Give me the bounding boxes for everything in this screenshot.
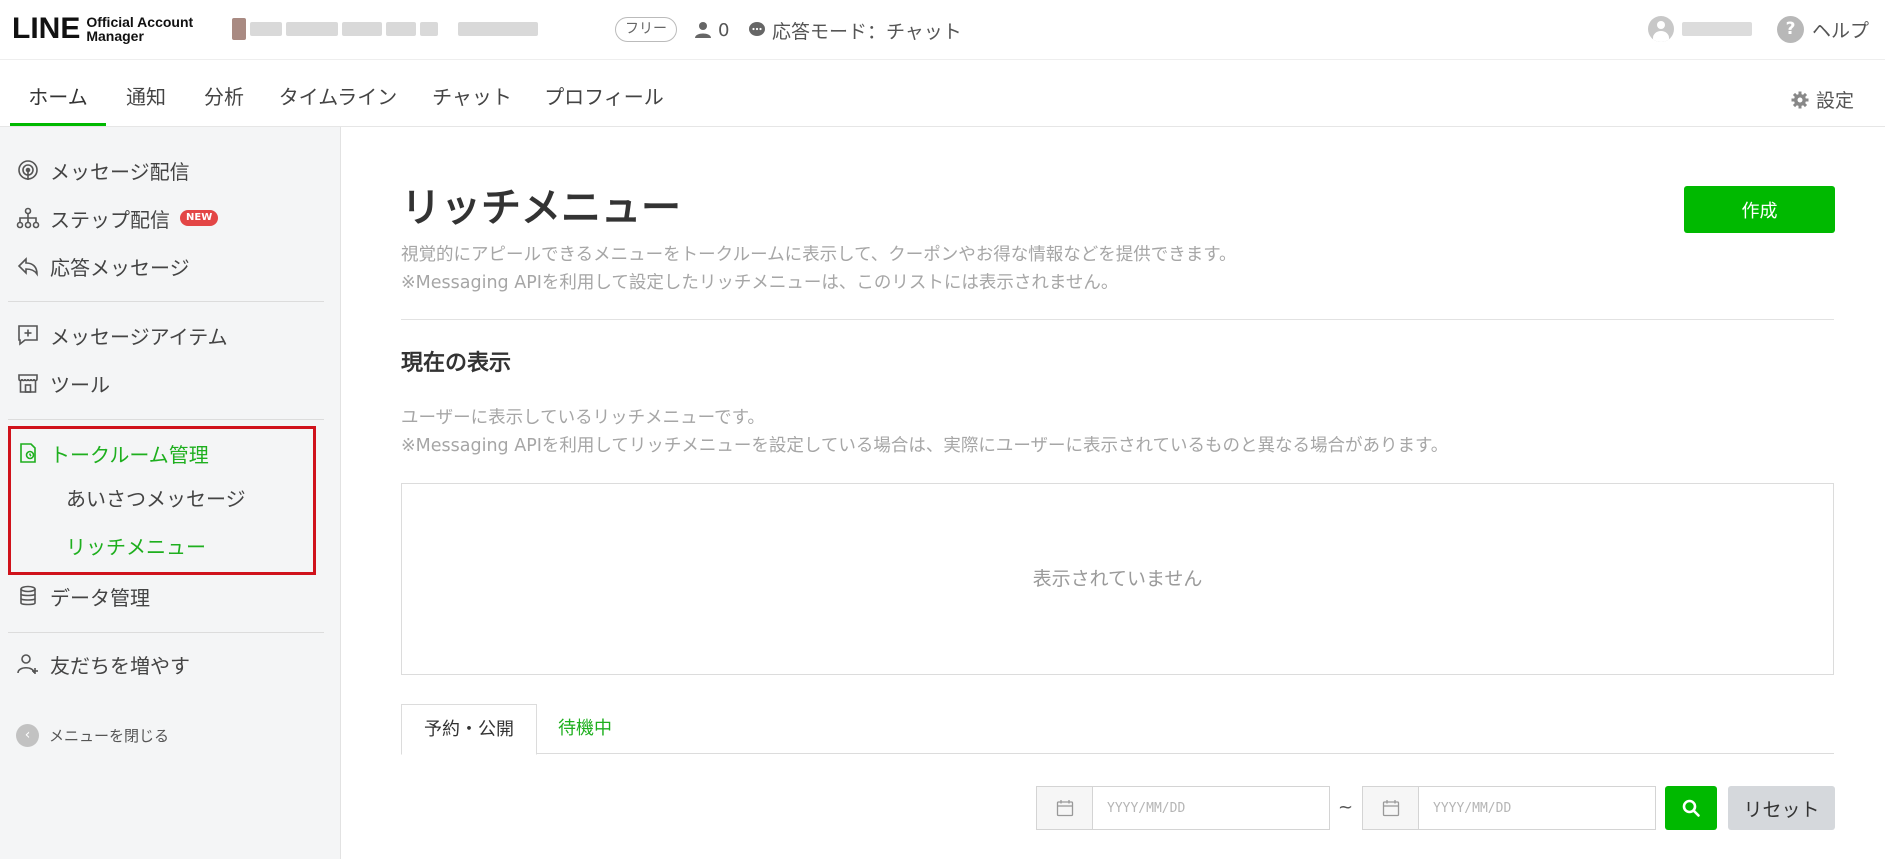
friends-count[interactable]: 0 xyxy=(694,18,729,42)
reset-button[interactable]: リセット xyxy=(1728,786,1835,830)
sidebar-item-label: 応答メッセージ xyxy=(50,255,190,280)
date-to-picker-button[interactable] xyxy=(1362,786,1418,830)
top-header: LINE Official Account Manager フリー 0 応答モー… xyxy=(0,0,1885,60)
settings-label: 設定 xyxy=(1816,90,1855,112)
tab-notifications[interactable]: 通知 xyxy=(118,68,174,126)
date-from-input[interactable] xyxy=(1092,786,1330,830)
chevron-left-icon: ‹ xyxy=(16,724,39,747)
empty-state-text: 表示されていません xyxy=(1032,568,1203,590)
tab-profile[interactable]: プロフィール xyxy=(542,68,666,126)
sidebar-divider xyxy=(8,419,324,420)
sidebar-subitem-rich-menu[interactable]: リッチメニュー xyxy=(66,532,206,562)
settings-link[interactable]: 設定 xyxy=(1791,86,1854,113)
sidebar-item-label: メッセージ配信 xyxy=(50,159,190,184)
sidebar-item-message-broadcast[interactable]: メッセージ配信 xyxy=(16,155,190,185)
help-label: ヘルプ xyxy=(1812,20,1870,42)
redacted-gap xyxy=(442,22,454,36)
sidebar-item-label: ステップ配信 xyxy=(50,207,170,232)
date-range-separator: ~ xyxy=(1338,797,1354,818)
logo-main-text: LINE xyxy=(12,12,81,45)
friends-count-value: 0 xyxy=(718,19,730,41)
status-tabs: 予約・公開 待機中 xyxy=(401,704,1834,755)
tab-timeline[interactable]: タイムライン xyxy=(274,68,402,126)
plan-badge: フリー xyxy=(615,17,677,42)
sidebar-item-label: メッセージアイテム xyxy=(50,324,228,349)
user-avatar-icon xyxy=(1648,16,1674,42)
sidebar-item-message-items[interactable]: メッセージアイテム xyxy=(16,320,228,350)
sidebar-item-data-management[interactable]: データ管理 xyxy=(16,581,150,611)
chat-bubble-icon xyxy=(749,22,765,36)
sidebar-item-auto-reply[interactable]: 応答メッセージ xyxy=(16,251,190,281)
response-mode-label: 応答モード：チャット xyxy=(772,20,962,43)
person-icon xyxy=(695,22,711,38)
current-display-title: 現在の表示 xyxy=(401,351,512,376)
broadcast-icon xyxy=(18,160,38,180)
search-icon xyxy=(1682,799,1700,817)
account-name-redacted[interactable] xyxy=(232,14,597,44)
new-badge: NEW xyxy=(180,210,219,226)
line-logo[interactable]: LINE Official Account Manager xyxy=(12,13,193,45)
help-icon: ? xyxy=(1777,16,1804,43)
redacted-block xyxy=(386,22,416,36)
store-icon xyxy=(18,374,38,393)
talkroom-icon xyxy=(20,443,36,463)
section-divider xyxy=(401,319,1834,320)
sidebar-divider xyxy=(8,301,324,302)
gear-icon xyxy=(1791,91,1809,108)
account-avatar-redacted xyxy=(232,18,246,40)
user-menu[interactable] xyxy=(1648,16,1752,42)
page-description-line1: 視覚的にアピールできるメニューをトークルームに表示して、クーポンやお得な情報など… xyxy=(401,245,1237,265)
add-friend-icon xyxy=(17,654,38,674)
page-title: リッチメニュー xyxy=(401,185,681,231)
sidebar-item-talkroom-management[interactable]: トークルーム管理 xyxy=(16,438,209,468)
reply-icon xyxy=(17,257,38,277)
date-to-input[interactable] xyxy=(1418,786,1656,830)
main-nav: ホーム 通知 分析 タイムライン チャット プロフィール 設定 xyxy=(0,68,1885,127)
current-rich-menu-preview: 表示されていません xyxy=(401,483,1834,675)
message-add-icon xyxy=(18,325,38,346)
calendar-icon xyxy=(1056,800,1073,817)
tab-analytics[interactable]: 分析 xyxy=(196,68,252,126)
logo-sub-line2: Manager xyxy=(86,28,144,44)
tab-waiting[interactable]: 待機中 xyxy=(537,704,633,755)
tab-home[interactable]: ホーム xyxy=(10,68,106,126)
help-link[interactable]: ? ヘルプ xyxy=(1777,16,1869,43)
sidebar-item-add-friends[interactable]: 友だちを増やす xyxy=(16,649,190,679)
redacted-block xyxy=(458,22,538,36)
date-from-group xyxy=(1036,786,1330,830)
create-button[interactable]: 作成 xyxy=(1684,186,1835,233)
sidebar-item-step-broadcast[interactable]: ステップ配信 NEW xyxy=(16,203,219,233)
sidebar-item-label: ツール xyxy=(50,372,110,397)
close-menu-label: メニューを閉じる xyxy=(49,727,170,745)
response-mode[interactable]: 応答モード：チャット xyxy=(748,18,962,43)
sidebar-item-tools[interactable]: ツール xyxy=(16,368,110,398)
sidebar-item-label: トークルーム管理 xyxy=(50,442,209,467)
close-menu-button[interactable]: ‹ メニューを閉じる xyxy=(16,724,169,747)
current-display-desc-line1: ユーザーに表示しているリッチメニューです。 xyxy=(401,408,765,428)
sidebar-item-label: データ管理 xyxy=(50,585,150,610)
sidebar: メッセージ配信 ステップ配信 NEW 応答メッセージ メッセージアイテム ツール xyxy=(0,127,341,859)
redacted-block xyxy=(420,22,438,36)
logo-sub-text: Official Account Manager xyxy=(86,15,193,43)
date-to-group xyxy=(1362,786,1656,830)
sidebar-subitem-greeting-message[interactable]: あいさつメッセージ xyxy=(66,484,246,514)
search-button[interactable] xyxy=(1665,786,1717,830)
current-display-desc-line2: ※Messaging APIを利用してリッチメニューを設定している場合は、実際に… xyxy=(401,436,1449,456)
user-name-redacted xyxy=(1682,22,1752,36)
redacted-block xyxy=(342,22,382,36)
page-description-line2: ※Messaging APIを利用して設定したリッチメニューは、このリストには表… xyxy=(401,273,1119,293)
redacted-block xyxy=(286,22,338,36)
step-tree-icon xyxy=(16,207,40,229)
tab-scheduled-published[interactable]: 予約・公開 xyxy=(401,704,537,755)
calendar-icon xyxy=(1382,800,1399,817)
sidebar-divider xyxy=(8,632,324,633)
sidebar-item-label: 友だちを増やす xyxy=(50,653,190,678)
redacted-block xyxy=(250,22,282,36)
database-icon xyxy=(20,585,36,606)
main-content: リッチメニュー 作成 視覚的にアピールできるメニューをトークルームに表示して、ク… xyxy=(401,127,1835,859)
date-from-picker-button[interactable] xyxy=(1036,786,1092,830)
tab-chat[interactable]: チャット xyxy=(424,68,520,126)
